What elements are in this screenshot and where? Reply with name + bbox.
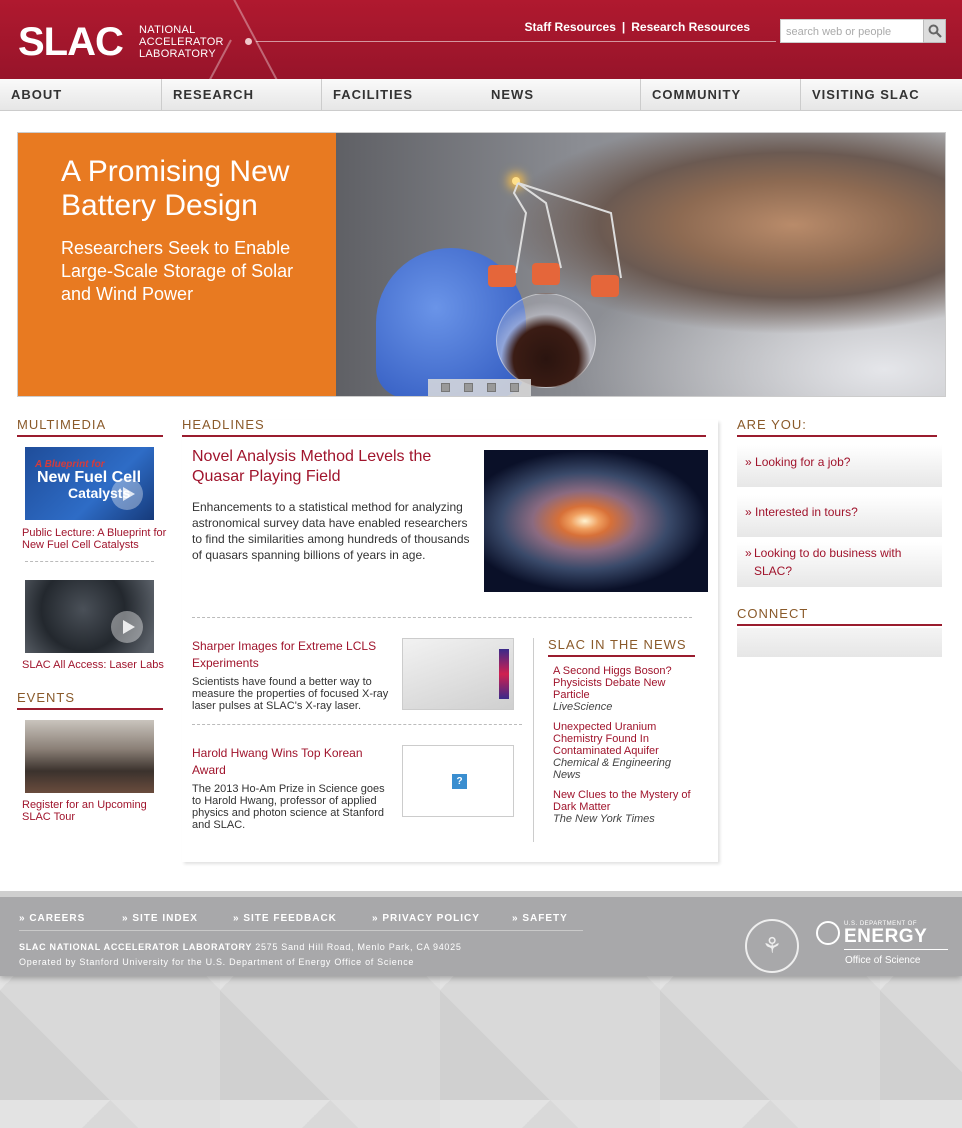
office-of-science-link[interactable]: Office of Science xyxy=(845,955,920,966)
bullet: » xyxy=(745,505,752,519)
galaxy-image[interactable] xyxy=(484,450,708,592)
nav-item-visiting-slac[interactable]: VISITING SLAC xyxy=(800,79,962,111)
footer-safety-link[interactable]: » SAFETY xyxy=(512,913,568,924)
top-links: Staff Resources | Research Resources xyxy=(525,20,750,34)
search-input[interactable]: search web or people xyxy=(780,19,926,43)
slide-pager xyxy=(428,379,531,396)
logo-subtitle-line: NATIONAL xyxy=(139,24,196,36)
nav-item-facilities[interactable]: FACILITIES xyxy=(321,79,480,111)
divider xyxy=(192,617,692,618)
are-you-heading: ARE YOU: xyxy=(737,417,937,437)
detector-shape xyxy=(499,649,509,699)
main-nav: ABOUT RESEARCH FACILITIES NEWS COMMUNITY… xyxy=(0,79,962,111)
hwang-summary: The 2013 Ho-Am Prize in Science goes to … xyxy=(192,783,385,831)
news-item-link[interactable]: New Clues to the Mystery of Dark Matter xyxy=(553,789,698,813)
wire-shape xyxy=(512,182,622,279)
events-heading: EVENTS xyxy=(17,690,163,710)
divider xyxy=(533,638,534,842)
news-item-link[interactable]: A Second Higgs Boson? Physicists Debate … xyxy=(553,665,693,701)
logo-subtitle-line: LABORATORY xyxy=(139,48,216,60)
are-you-label: Interested in tours? xyxy=(755,505,858,519)
slide-dot-2[interactable] xyxy=(464,383,473,392)
doe-energy-logo[interactable]: ENERGY xyxy=(844,926,927,948)
header-decoration xyxy=(256,41,776,42)
fuel-cell-video-thumbnail[interactable]: A Blueprint for New Fuel Cell Catalysts xyxy=(25,447,154,520)
header-decoration xyxy=(245,38,252,45)
slac-tour-link[interactable]: Register for an Upcoming SLAC Tour xyxy=(22,799,162,823)
site-header: SLAC NATIONAL ACCELERATOR LABORATORY Sta… xyxy=(0,0,962,79)
slac-logo[interactable]: SLAC xyxy=(18,22,124,62)
multimedia-heading: MULTIMEDIA xyxy=(17,417,163,437)
nav-item-research[interactable]: RESEARCH xyxy=(161,79,321,111)
nav-item-news[interactable]: NEWS xyxy=(480,79,640,111)
connect-heading: CONNECT xyxy=(737,606,942,626)
divider xyxy=(25,561,154,562)
business-with-slac-link[interactable]: » Looking to do business with SLAC? xyxy=(737,542,942,587)
looking-for-job-link[interactable]: » Looking for a job? xyxy=(737,445,942,487)
slide-dot-3[interactable] xyxy=(487,383,496,392)
divider xyxy=(844,949,948,950)
play-icon xyxy=(111,611,143,643)
interested-in-tours-link[interactable]: » Interested in tours? xyxy=(737,495,942,537)
lcls-headline-link[interactable]: Sharper Images for Extreme LCLS Experime… xyxy=(192,638,397,672)
nav-item-about[interactable]: ABOUT xyxy=(0,79,161,111)
play-icon xyxy=(111,478,143,510)
search-icon xyxy=(928,24,942,38)
search-button[interactable] xyxy=(923,19,946,43)
hwang-image-placeholder[interactable]: ? xyxy=(402,745,514,817)
flask-shape xyxy=(496,293,596,388)
research-resources-link[interactable]: Research Resources xyxy=(631,20,750,34)
doe-seal-icon xyxy=(816,921,840,945)
news-source: The New York Times xyxy=(553,813,655,825)
nav-item-community[interactable]: COMMUNITY xyxy=(640,79,800,111)
lead-headline-summary: Enhancements to a statistical method for… xyxy=(192,500,470,562)
footer-operated-by: Operated by Stanford University for the … xyxy=(19,957,415,967)
hero-subtitle: Researchers Seek to Enable Large-Scale S… xyxy=(61,238,294,304)
footer-street-address: 2575 Sand Hill Road, Menlo Park, CA 9402… xyxy=(255,942,462,952)
logo-subtitle: NATIONAL ACCELERATOR LABORATORY xyxy=(139,24,224,60)
bullet: » xyxy=(745,455,752,469)
footer-address: SLAC NATIONAL ACCELERATOR LABORATORY 257… xyxy=(19,942,462,952)
logo-subtitle-line: ACCELERATOR xyxy=(139,36,224,48)
footer-site-feedback-link[interactable]: » SITE FEEDBACK xyxy=(233,913,337,924)
headlines-heading: HEADLINES xyxy=(182,417,706,437)
bullet: » xyxy=(745,546,752,560)
footer-careers-link[interactable]: » CAREERS xyxy=(19,913,85,924)
page: SLAC NATIONAL ACCELERATOR LABORATORY Sta… xyxy=(0,0,962,976)
staff-resources-link[interactable]: Staff Resources xyxy=(525,20,616,34)
laser-labs-video-thumbnail[interactable] xyxy=(25,580,154,653)
fuel-cell-lecture-link[interactable]: Public Lecture: A Blueprint for New Fuel… xyxy=(22,527,172,551)
footer-lab-name: SLAC NATIONAL ACCELERATOR LABORATORY xyxy=(19,942,253,952)
divider xyxy=(19,930,583,931)
hero-title[interactable]: A Promising New Battery Design xyxy=(61,155,331,223)
slac-tour-thumbnail[interactable] xyxy=(25,720,154,793)
news-source: LiveScience xyxy=(553,701,613,713)
are-you-label: Looking for a job? xyxy=(755,455,851,469)
header-decoration xyxy=(228,0,282,79)
lcls-summary: Scientists have found a better way to me… xyxy=(192,676,389,712)
news-item-link[interactable]: Unexpected Uranium Chemistry Found In Co… xyxy=(553,721,693,757)
stanford-seal-icon[interactable]: ⚘ xyxy=(745,919,799,973)
divider xyxy=(192,724,522,725)
in-the-news-heading: SLAC IN THE NEWS xyxy=(548,637,695,657)
site-footer: » CAREERS » SITE INDEX » SITE FEEDBACK »… xyxy=(0,891,962,976)
lead-headline-link[interactable]: Novel Analysis Method Levels the Quasar … xyxy=(192,447,452,487)
hero-image[interactable] xyxy=(336,133,945,396)
hero-slider[interactable]: A Promising New Battery Design Researche… xyxy=(17,132,946,397)
hero-text-panel: A Promising New Battery Design Researche… xyxy=(18,133,336,396)
laser-labs-link[interactable]: SLAC All Access: Laser Labs xyxy=(22,659,172,671)
lcls-image[interactable] xyxy=(402,638,514,710)
footer-privacy-policy-link[interactable]: » PRIVACY POLICY xyxy=(372,913,480,924)
connect-panel xyxy=(737,628,942,657)
top-links-separator: | xyxy=(621,20,626,34)
missing-image-icon: ? xyxy=(452,774,467,789)
slide-dot-4[interactable] xyxy=(510,383,519,392)
hwang-headline-link[interactable]: Harold Hwang Wins Top Korean Award xyxy=(192,745,382,779)
footer-site-index-link[interactable]: » SITE INDEX xyxy=(122,913,198,924)
news-source: Chemical & Engineering News xyxy=(553,757,672,781)
slide-dot-1[interactable] xyxy=(441,383,450,392)
are-you-label: Looking to do business with SLAC? xyxy=(754,546,902,578)
